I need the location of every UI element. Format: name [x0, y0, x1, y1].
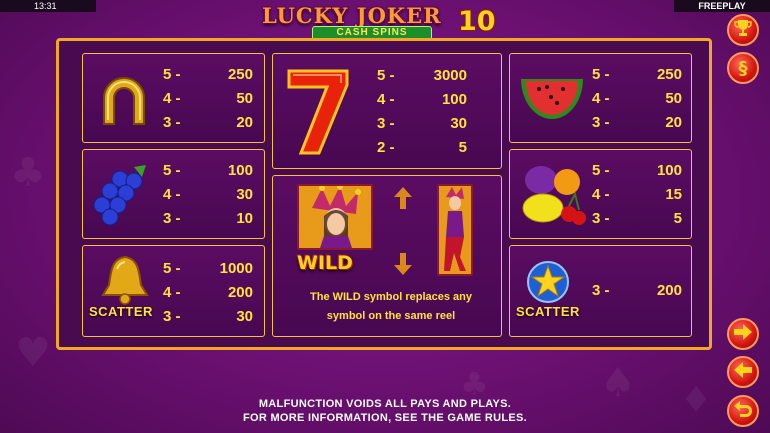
bell-pays: 5 -1000 4 -200 3 -30 [163, 256, 253, 328]
section-icon: § [738, 57, 748, 79]
paytable-cell-grapes: 5 -100 4 -30 3 -10 [82, 149, 265, 239]
logo-number: 10 [458, 6, 496, 37]
paytable-board: 5 -250 4 -50 3 -20 5 -3000 4 -100 3 -30 … [56, 38, 712, 350]
seven-pays: 5 -3000 4 -100 3 -30 2 -5 [377, 63, 467, 159]
prev-page-button[interactable] [727, 356, 759, 388]
wild-description-line2: symbol on the same reel [326, 310, 456, 322]
pay-row: 3 -5 [592, 209, 682, 227]
star-scatter-label: SCATTER [516, 304, 580, 319]
pay-row: 5 -250 [163, 65, 253, 83]
disclaimer-line1: MALFUNCTION VOIDS ALL PAYS AND PLAYS. [258, 398, 512, 410]
wild-label: WILD [297, 252, 353, 274]
paytable-cell-star: SCATTER 3 -200 [509, 245, 692, 337]
trophy-button[interactable] [727, 14, 759, 46]
wild-description: The WILD symbol replaces any symbol on t… [281, 288, 501, 326]
horseshoe-pays: 5 -250 4 -50 3 -20 [163, 62, 253, 134]
arrow-down-icon [391, 252, 415, 276]
pay-row: 4 -50 [592, 89, 682, 107]
bell-scatter-label: SCATTER [89, 304, 153, 319]
fruits-pays: 5 -100 4 -15 3 -5 [592, 158, 682, 230]
pay-row: 4 -200 [163, 283, 253, 301]
trophy-icon [734, 19, 752, 42]
clock: 13:31 [0, 0, 96, 12]
arrow-right-icon [734, 323, 752, 345]
arrow-left-icon [734, 361, 752, 383]
bg-heart-icon: ♥ [15, 330, 51, 376]
watermelon-icon [516, 66, 588, 132]
horseshoe-icon [91, 64, 157, 130]
joker-card-icon [297, 184, 373, 250]
paytable-cell-horseshoe: 5 -250 4 -50 3 -20 [82, 53, 265, 143]
pay-row: 4 -30 [163, 185, 253, 203]
paytable-cell-seven: 5 -3000 4 -100 3 -30 2 -5 [272, 53, 502, 169]
rules-button[interactable]: § [727, 52, 759, 84]
wild-description-line1: The WILD symbol replaces any [310, 291, 472, 303]
star-icon [524, 258, 572, 306]
disclaimer-line2: FOR MORE INFORMATION, SEE THE GAME RULES… [242, 412, 528, 424]
pay-row: 5 -3000 [377, 66, 467, 84]
paytable-cell-watermelon: 5 -250 4 -50 3 -20 [509, 53, 692, 143]
seven-icon [283, 66, 353, 158]
game-logo: LUCKY JOKER 10 CASH SPINS [262, 3, 512, 41]
arrow-up-icon [391, 186, 415, 210]
paytable-cell-wild: WILD The WILD symbol replaces any symbol… [272, 175, 502, 337]
pay-row: 3 -200 [592, 281, 682, 299]
pay-row: 3 -30 [163, 307, 253, 325]
pay-row: 3 -30 [377, 114, 467, 132]
fruits-icon [516, 158, 588, 232]
pay-row: 3 -20 [592, 113, 682, 131]
watermelon-pays: 5 -250 4 -50 3 -20 [592, 62, 682, 134]
pay-row: 4 -50 [163, 89, 253, 107]
logo-title: LUCKY JOKER [262, 3, 442, 28]
grapes-icon [89, 160, 159, 230]
pay-row: 5 -100 [163, 161, 253, 179]
paytable-cell-fruits: 5 -100 4 -15 3 -5 [509, 149, 692, 239]
disclaimer: MALFUNCTION VOIDS ALL PAYS AND PLAYS. FO… [0, 397, 770, 425]
pay-row: 3 -10 [163, 209, 253, 227]
joker-stacked-icon [437, 184, 473, 276]
paytable-cell-bell: SCATTER 5 -1000 4 -200 3 -30 [82, 245, 265, 337]
pay-row: 4 -100 [377, 90, 467, 108]
pay-row: 5 -100 [592, 161, 682, 179]
bell-icon [97, 254, 153, 306]
pay-row: 4 -15 [592, 185, 682, 203]
pay-row: 5 -1000 [163, 259, 253, 277]
pay-row: 2 -5 [377, 138, 467, 156]
star-pays: 3 -200 [592, 278, 682, 302]
next-page-button[interactable] [727, 318, 759, 350]
grapes-pays: 5 -100 4 -30 3 -10 [163, 158, 253, 230]
mode-badge: FREEPLAY [674, 0, 770, 12]
pay-row: 3 -20 [163, 113, 253, 131]
bg-club-icon: ♣ [10, 150, 46, 196]
pay-row: 5 -250 [592, 65, 682, 83]
